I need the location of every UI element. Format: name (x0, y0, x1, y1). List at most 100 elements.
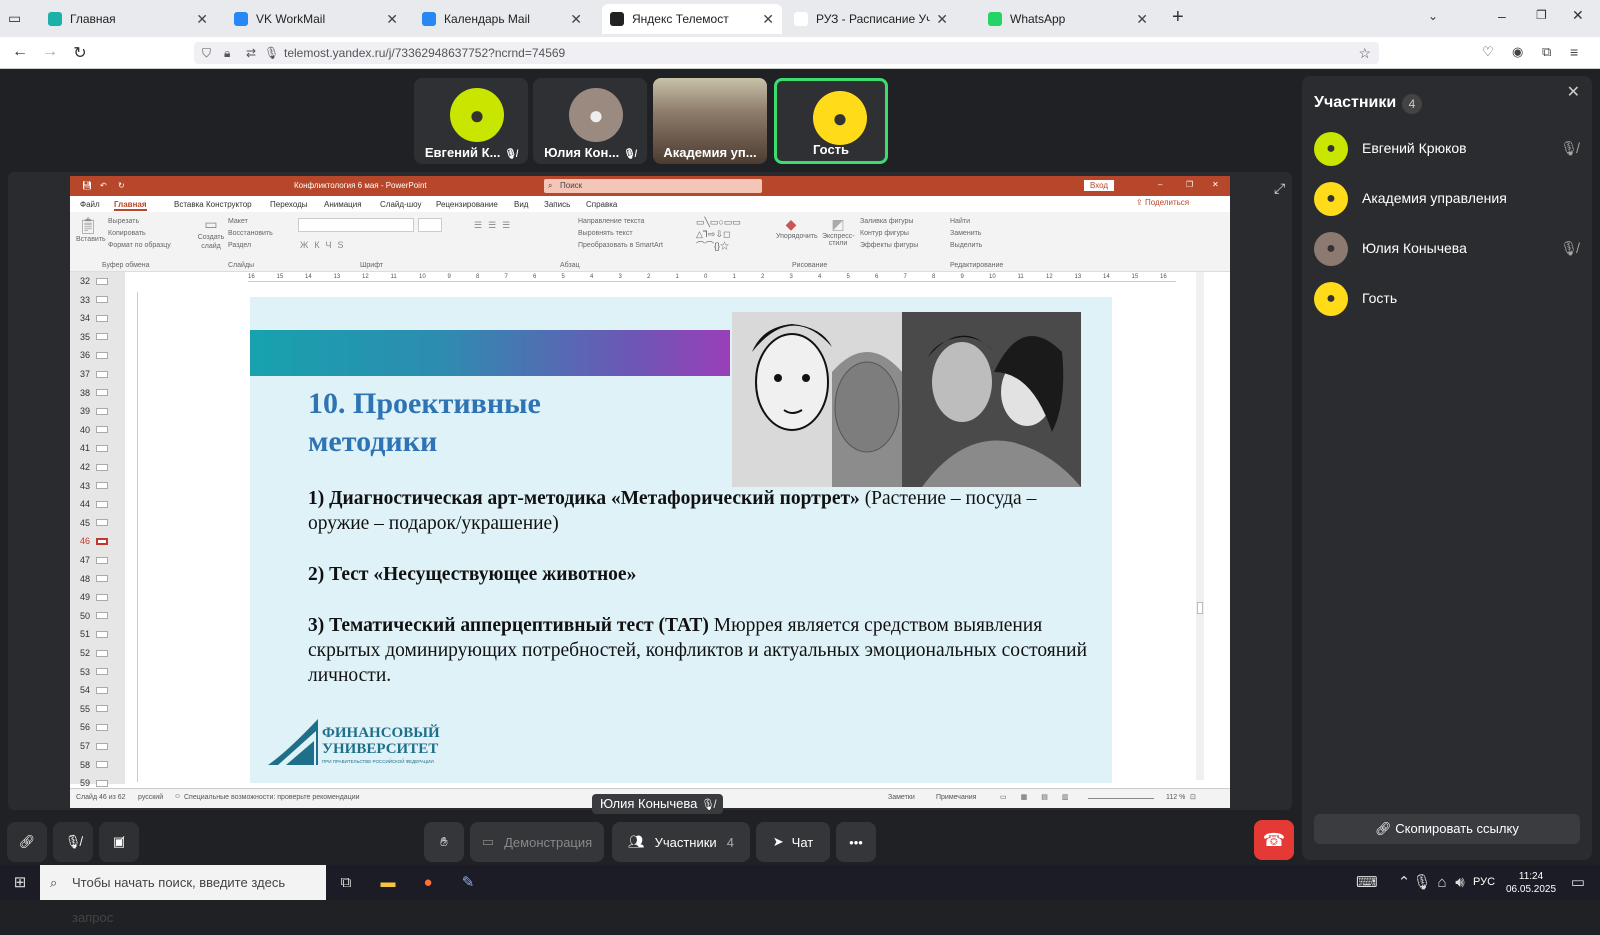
slide-action-button[interactable]: Восстановить (228, 228, 273, 240)
participant-row[interactable]: ● Академия управления (1314, 182, 1584, 218)
slide-thumbnail[interactable]: 58 (74, 758, 108, 772)
status-lang[interactable]: русский (138, 794, 163, 801)
demo-button[interactable]: ▭ Демонстрация (470, 822, 604, 862)
browser-tab[interactable]: VK WorkMail ✕ (226, 4, 406, 34)
paste-button[interactable]: 📋︎ Вставить (76, 216, 106, 243)
minimize-icon[interactable]: – (1498, 8, 1506, 24)
font-size-select[interactable] (418, 218, 442, 232)
slide-thumbnail[interactable]: 49 (74, 590, 108, 604)
zoom-slider[interactable] (1088, 798, 1154, 799)
video-tile[interactable]: Академия уп... (653, 78, 767, 164)
forward-icon[interactable]: → (40, 43, 60, 61)
slide-thumbnail[interactable]: 51 (74, 627, 108, 641)
reload-icon[interactable]: ↻ (70, 43, 90, 63)
system-clock[interactable]: 11:24 06.05.2025 (1506, 870, 1556, 896)
fullscreen-icon[interactable]: ⤢ (1274, 180, 1285, 197)
notifications-icon[interactable]: ▭ (1568, 873, 1588, 893)
ribbon-tab[interactable]: Конструктор (206, 200, 252, 209)
fit-slide-icon[interactable]: ⊡ (1190, 793, 1196, 801)
slide-thumbnail[interactable]: 37 (74, 367, 108, 381)
raise-hand-button[interactable]: ✋︎ (424, 822, 464, 862)
ppt-save-icon[interactable]: 💾︎ (82, 181, 92, 190)
invite-link-button[interactable]: 🔗︎ (7, 822, 47, 862)
shape-format-button[interactable]: Эффекты фигуры (860, 240, 918, 252)
ribbon-tab[interactable]: Вставка (174, 200, 204, 209)
participant-row[interactable]: ● Евгений Крюков 🎙︎̸ (1314, 132, 1584, 168)
slide-thumbnail[interactable]: 54 (74, 683, 108, 697)
extensions-icon[interactable]: ⧉ (1542, 44, 1551, 60)
app-icon[interactable]: ✎ (458, 873, 478, 893)
mic-toggle-button[interactable]: 🎙︎̸ (53, 822, 93, 862)
browser-tab[interactable]: РУЗ - Расписание Учебных Заняти ✕ (786, 4, 956, 34)
browser-tab[interactable]: Яндекс Телемост ✕ (602, 4, 782, 34)
close-panel-icon[interactable]: ✕ (1567, 82, 1580, 102)
browser-tab[interactable]: Календарь Mail ✕ (414, 4, 590, 34)
slide-thumbnail[interactable]: 57 (74, 739, 108, 753)
chat-button[interactable]: ➤ Чат (756, 822, 830, 862)
slide-thumbnail[interactable]: 38 (74, 386, 108, 400)
browser-tab[interactable]: WhatsApp ✕ (980, 4, 1156, 34)
maximize-icon[interactable]: ❐ (1536, 8, 1547, 22)
shapes-gallery[interactable]: ▭╲▭○▭▭ △⅂⇨⇩◻ ⌒⌒{}☆ (696, 216, 770, 252)
more-button[interactable]: ••• (836, 822, 876, 862)
slide-thumbnail[interactable]: 36 (74, 348, 108, 362)
tab-close-icon[interactable]: ✕ (196, 11, 208, 28)
address-bar[interactable]: ⛉ 🔒︎ ⇄ 🎙︎ telemost.yandex.ru/j/733629486… (194, 42, 1379, 64)
language-indicator[interactable]: РУС (1473, 876, 1495, 888)
slide-thumbnail[interactable]: 55 (74, 702, 108, 716)
ribbon-tab[interactable]: Рецензирование (436, 200, 498, 209)
tab-close-icon[interactable]: ✕ (1136, 11, 1148, 28)
slide-thumbnail[interactable]: 43 (74, 479, 108, 493)
express-styles-button[interactable]: ◩ Экспресс-стили (822, 216, 855, 247)
ppt-minimize-icon[interactable]: – (1158, 180, 1162, 189)
scroll-thumb[interactable] (1197, 602, 1203, 614)
status-accessibility[interactable]: Специальные возможности: проверьте реком… (184, 794, 360, 801)
tab-close-icon[interactable]: ✕ (570, 11, 582, 28)
ppt-login-button[interactable]: Вход (1084, 180, 1115, 191)
share-button[interactable]: ⇪ Поделиться (1136, 198, 1189, 207)
end-call-button[interactable]: ☎︎ (1254, 820, 1294, 860)
browser-tab[interactable]: Главная ✕ (40, 4, 216, 34)
video-tile[interactable]: ● Гость (774, 78, 888, 164)
file-explorer-icon[interactable]: ▬ (378, 873, 398, 893)
account-icon[interactable]: ◉ (1512, 44, 1523, 60)
edit-button[interactable]: Найти (950, 216, 982, 228)
ppt-redo-icon[interactable]: ↻ (118, 181, 125, 190)
tray-mic-icon[interactable]: 🎙︎ (1412, 873, 1432, 893)
slide-thumbnail[interactable]: 35 (74, 330, 108, 344)
keyboard-icon[interactable]: ⌨︎ (1356, 873, 1378, 893)
windows-start-icon[interactable]: ⊞ (10, 873, 30, 893)
ppt-maximize-icon[interactable]: ❐ (1186, 180, 1193, 189)
network-icon[interactable]: ⌂ (1432, 873, 1452, 893)
windows-search[interactable]: ⌕ Чтобы начать поиск, введите здесь запр… (40, 865, 326, 925)
ribbon-tab[interactable]: Вид (514, 200, 528, 209)
tab-close-icon[interactable]: ✕ (762, 11, 774, 28)
task-view-icon[interactable]: ⧉ (336, 873, 356, 893)
ppt-close-icon[interactable]: ✕ (1212, 180, 1219, 189)
tab-close-icon[interactable]: ✕ (386, 11, 398, 28)
view-buttons[interactable]: ▭▦▤▥ (1000, 793, 1082, 801)
clipboard-button[interactable]: Копировать (108, 228, 171, 240)
slide-thumbnail[interactable]: 34 (74, 311, 108, 325)
video-tile[interactable]: ● Евгений К... 🎙︎̸ (414, 78, 528, 164)
font-family-select[interactable] (298, 218, 414, 232)
slide-thumbnail[interactable]: 41 (74, 441, 108, 455)
notes-button[interactable]: Заметки (888, 794, 915, 801)
ribbon-tab[interactable]: Файл (80, 200, 100, 209)
tab-list-icon[interactable]: ▭ (8, 10, 26, 26)
slide-thumbnail[interactable]: 39 (74, 404, 108, 418)
clipboard-button[interactable]: Вырезать (108, 216, 171, 228)
comments-button[interactable]: Примечания (936, 794, 976, 801)
ribbon-tab[interactable]: Справка (586, 200, 617, 209)
ribbon-tab[interactable]: Слайд-шоу (380, 200, 421, 209)
tabs-dropdown-icon[interactable]: ⌄ (1428, 9, 1438, 23)
window-close-icon[interactable]: ✕ (1572, 7, 1584, 24)
menu-icon[interactable]: ≡ (1570, 44, 1578, 60)
paragraph-format-buttons[interactable]: ☰☰☰ (474, 220, 516, 231)
shape-format-button[interactable]: Заливка фигуры (860, 216, 918, 228)
shape-format-button[interactable]: Контур фигуры (860, 228, 918, 240)
slide-thumbnail[interactable]: 47 (74, 553, 108, 567)
camera-toggle-button[interactable]: ▣̸ (99, 822, 139, 862)
ppt-search[interactable]: ⌕ Поиск (544, 179, 762, 193)
vertical-scrollbar[interactable] (1196, 272, 1204, 780)
